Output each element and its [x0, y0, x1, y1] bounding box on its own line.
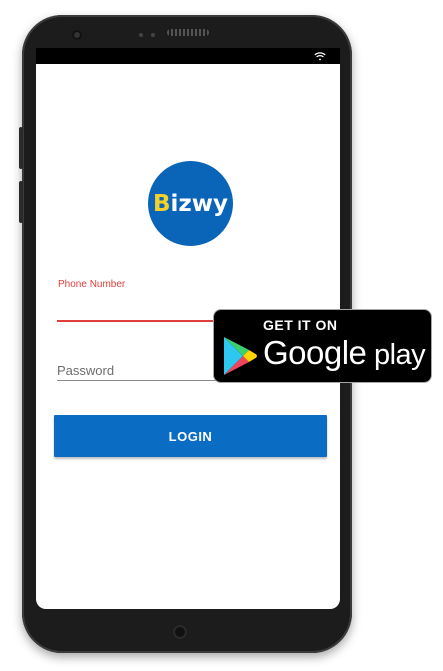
wifi-icon	[314, 52, 326, 61]
badge-brand-text: Google play	[263, 334, 426, 372]
home-button[interactable]	[173, 625, 187, 639]
logo-letters-rest: izwy	[170, 190, 229, 217]
bizwy-logo: Bizwy	[148, 161, 233, 246]
badge-top-text: GET IT ON	[263, 317, 338, 333]
front-camera	[72, 30, 82, 40]
logo-text: Bizwy	[153, 191, 228, 217]
power-button	[19, 181, 23, 223]
proximity-sensor	[139, 33, 143, 37]
google-play-badge[interactable]: GET IT ON Google play	[213, 309, 432, 383]
light-sensor	[151, 33, 155, 37]
login-button[interactable]: LOGIN	[54, 415, 327, 457]
google-play-icon	[224, 337, 257, 375]
volume-button	[19, 127, 23, 169]
earpiece-speaker	[167, 29, 209, 36]
badge-play-text: play	[366, 339, 426, 371]
status-bar	[36, 48, 340, 64]
badge-google-text: Google	[263, 334, 367, 371]
logo-letter-b: B	[152, 190, 171, 217]
phone-number-label: Phone Number	[58, 279, 126, 290]
